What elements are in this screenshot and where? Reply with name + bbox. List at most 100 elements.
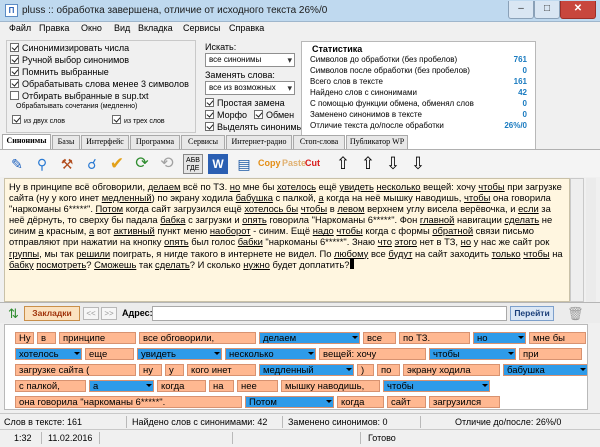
synonym-word[interactable]: активный <box>114 225 155 236</box>
trash-icon[interactable]: 🗑 <box>567 306 584 322</box>
tab-internet-radio[interactable]: Интернет-радио <box>226 135 292 149</box>
swap-icon[interactable]: ⇅ <box>8 306 19 322</box>
synonym-dropdown[interactable]: несколько <box>225 348 316 360</box>
option-two-words[interactable]: из двух слов <box>12 115 65 125</box>
option-remember-selected[interactable]: Помнить выбранные <box>10 67 109 77</box>
move-down-icon[interactable]: ⇩ <box>382 153 404 175</box>
synonym-dropdown[interactable]: увидеть <box>137 348 222 360</box>
address-input[interactable] <box>152 306 507 321</box>
maximize-button[interactable]: □ <box>534 1 560 19</box>
menu-services[interactable]: Сервисы <box>183 23 220 33</box>
checkbox-icon[interactable] <box>12 115 21 124</box>
move-bottom-icon[interactable]: ⇩ <box>407 153 429 175</box>
check-icon[interactable]: ✔ <box>106 153 128 175</box>
move-up-icon[interactable]: ⇧ <box>357 153 379 175</box>
copy-button[interactable]: Copy <box>258 158 281 168</box>
checkbox-icon[interactable] <box>10 55 19 64</box>
option-short-words[interactable]: Обрабатывать слова менее 3 символов <box>10 79 189 89</box>
synonym-word[interactable]: чтобы <box>301 203 327 214</box>
synonym-dropdown[interactable]: чтобы <box>383 380 490 392</box>
checkbox-icon[interactable] <box>205 98 214 107</box>
synonym-word[interactable]: Потом <box>96 203 124 214</box>
synonym-word[interactable]: но <box>230 181 240 192</box>
synonym-word[interactable]: группы <box>9 248 39 259</box>
menu-window[interactable]: Окно <box>81 23 102 33</box>
abv-button[interactable]: АБВ ГДЕ <box>183 154 203 174</box>
synonym-word[interactable]: бабку <box>9 259 34 270</box>
synonym-word[interactable]: бабка <box>160 214 185 225</box>
replace-select[interactable]: все из возможных <box>205 81 295 95</box>
synonym-dropdown[interactable]: делаем <box>259 332 360 344</box>
tab-synonyms[interactable]: Синонимы <box>2 134 51 150</box>
synonym-word[interactable]: если <box>518 203 539 214</box>
minimize-button[interactable]: – <box>508 1 534 19</box>
synonym-word[interactable]: надо <box>313 225 334 236</box>
synonym-word[interactable]: обратной <box>432 225 473 236</box>
synonym-word[interactable]: но <box>461 236 471 247</box>
bookmarks-button[interactable]: Закладки <box>24 306 80 321</box>
refresh-icon[interactable]: ⟳ <box>131 153 153 175</box>
synonym-word[interactable]: этого <box>395 236 417 247</box>
synonym-word[interactable]: Сможешь <box>94 259 136 270</box>
synonym-dropdown[interactable]: чтобы <box>429 348 516 360</box>
synonym-word[interactable]: левом <box>337 203 364 214</box>
tab-wp-publisher[interactable]: Публикатор WP <box>346 135 408 149</box>
menu-file[interactable]: Файл <box>9 23 31 33</box>
synonym-word[interactable]: опять <box>164 236 189 247</box>
close-button[interactable]: ✕ <box>560 1 596 19</box>
menu-help[interactable]: Справка <box>229 23 264 33</box>
option-synonymize-numbers[interactable]: Синонимизировать числа <box>10 43 129 53</box>
synonym-word[interactable]: что <box>378 236 392 247</box>
synonym-word[interactable]: чтобы <box>523 248 549 259</box>
checkbox-icon[interactable] <box>205 110 214 119</box>
synonym-word[interactable]: медленный <box>102 192 152 203</box>
synonym-word[interactable]: делаем <box>148 181 181 192</box>
option-simple-replace[interactable]: Простая замена <box>205 98 285 108</box>
synonym-word[interactable]: чтобы <box>336 225 362 236</box>
text-editor[interactable]: Ну в принципе всё обговорили, делаем всё… <box>4 178 570 302</box>
synonym-word[interactable]: сделать <box>504 214 539 225</box>
back-icon[interactable]: << <box>83 307 99 320</box>
undo-icon[interactable]: ⟲ <box>156 153 178 175</box>
synonym-dropdown[interactable]: Потом <box>245 396 334 408</box>
tab-interface[interactable]: Интерфейс <box>81 135 129 149</box>
synonym-word[interactable]: чтобы <box>464 192 490 203</box>
tab-services[interactable]: Сервисы <box>181 135 225 149</box>
edit-icon[interactable]: ✎ <box>6 153 28 175</box>
synonym-word[interactable]: главной <box>420 214 455 225</box>
synonym-dropdown[interactable]: хотелось <box>15 348 82 360</box>
option-manual-choice[interactable]: Ручной выбор синонимов <box>10 55 129 65</box>
synonym-word[interactable]: только <box>492 248 521 259</box>
forward-icon[interactable]: >> <box>101 307 117 320</box>
option-morpho[interactable]: Морфо <box>205 110 247 120</box>
checkbox-icon[interactable] <box>112 115 121 124</box>
synonym-word[interactable]: чтобы <box>478 181 504 192</box>
checkbox-icon[interactable] <box>10 43 19 52</box>
word-icon[interactable]: W <box>208 154 228 174</box>
synonym-word[interactable]: решили <box>76 248 110 259</box>
option-highlight-synonyms[interactable]: Выделять синонимы <box>205 122 303 132</box>
synonym-dropdown[interactable]: бабушка <box>503 364 587 376</box>
magnifier-icon[interactable]: ⚲ <box>31 153 53 175</box>
synonym-dropdown[interactable]: а <box>89 380 154 392</box>
synonym-word[interactable]: будут <box>388 248 412 259</box>
synonym-word[interactable]: нужно <box>243 259 270 270</box>
synonym-dropdown[interactable]: но <box>473 332 526 344</box>
tab-bases[interactable]: Базы <box>52 135 80 149</box>
synonym-word[interactable]: увидеть <box>339 181 373 192</box>
menu-edit[interactable]: Правка <box>39 23 69 33</box>
checkbox-icon[interactable] <box>10 79 19 88</box>
move-top-icon[interactable]: ⇧ <box>332 153 354 175</box>
option-select-to-sup[interactable]: Отбирать выбранные в sup.txt <box>10 91 149 101</box>
synonym-word[interactable]: посмотреть <box>36 259 86 270</box>
synonym-word[interactable]: несколько <box>376 181 420 192</box>
synonym-word[interactable]: сделать <box>155 259 190 270</box>
menu-view[interactable]: Вид <box>114 23 130 33</box>
synonym-word[interactable]: хотелось бы <box>244 203 298 214</box>
checkbox-icon[interactable] <box>205 122 214 131</box>
menu-tab[interactable]: Вкладка <box>138 23 173 33</box>
tab-program[interactable]: Программа <box>130 135 180 149</box>
editor-scrollbar[interactable] <box>570 178 584 302</box>
option-three-words[interactable]: из трех слов <box>112 115 165 125</box>
checkbox-icon[interactable] <box>254 110 263 119</box>
